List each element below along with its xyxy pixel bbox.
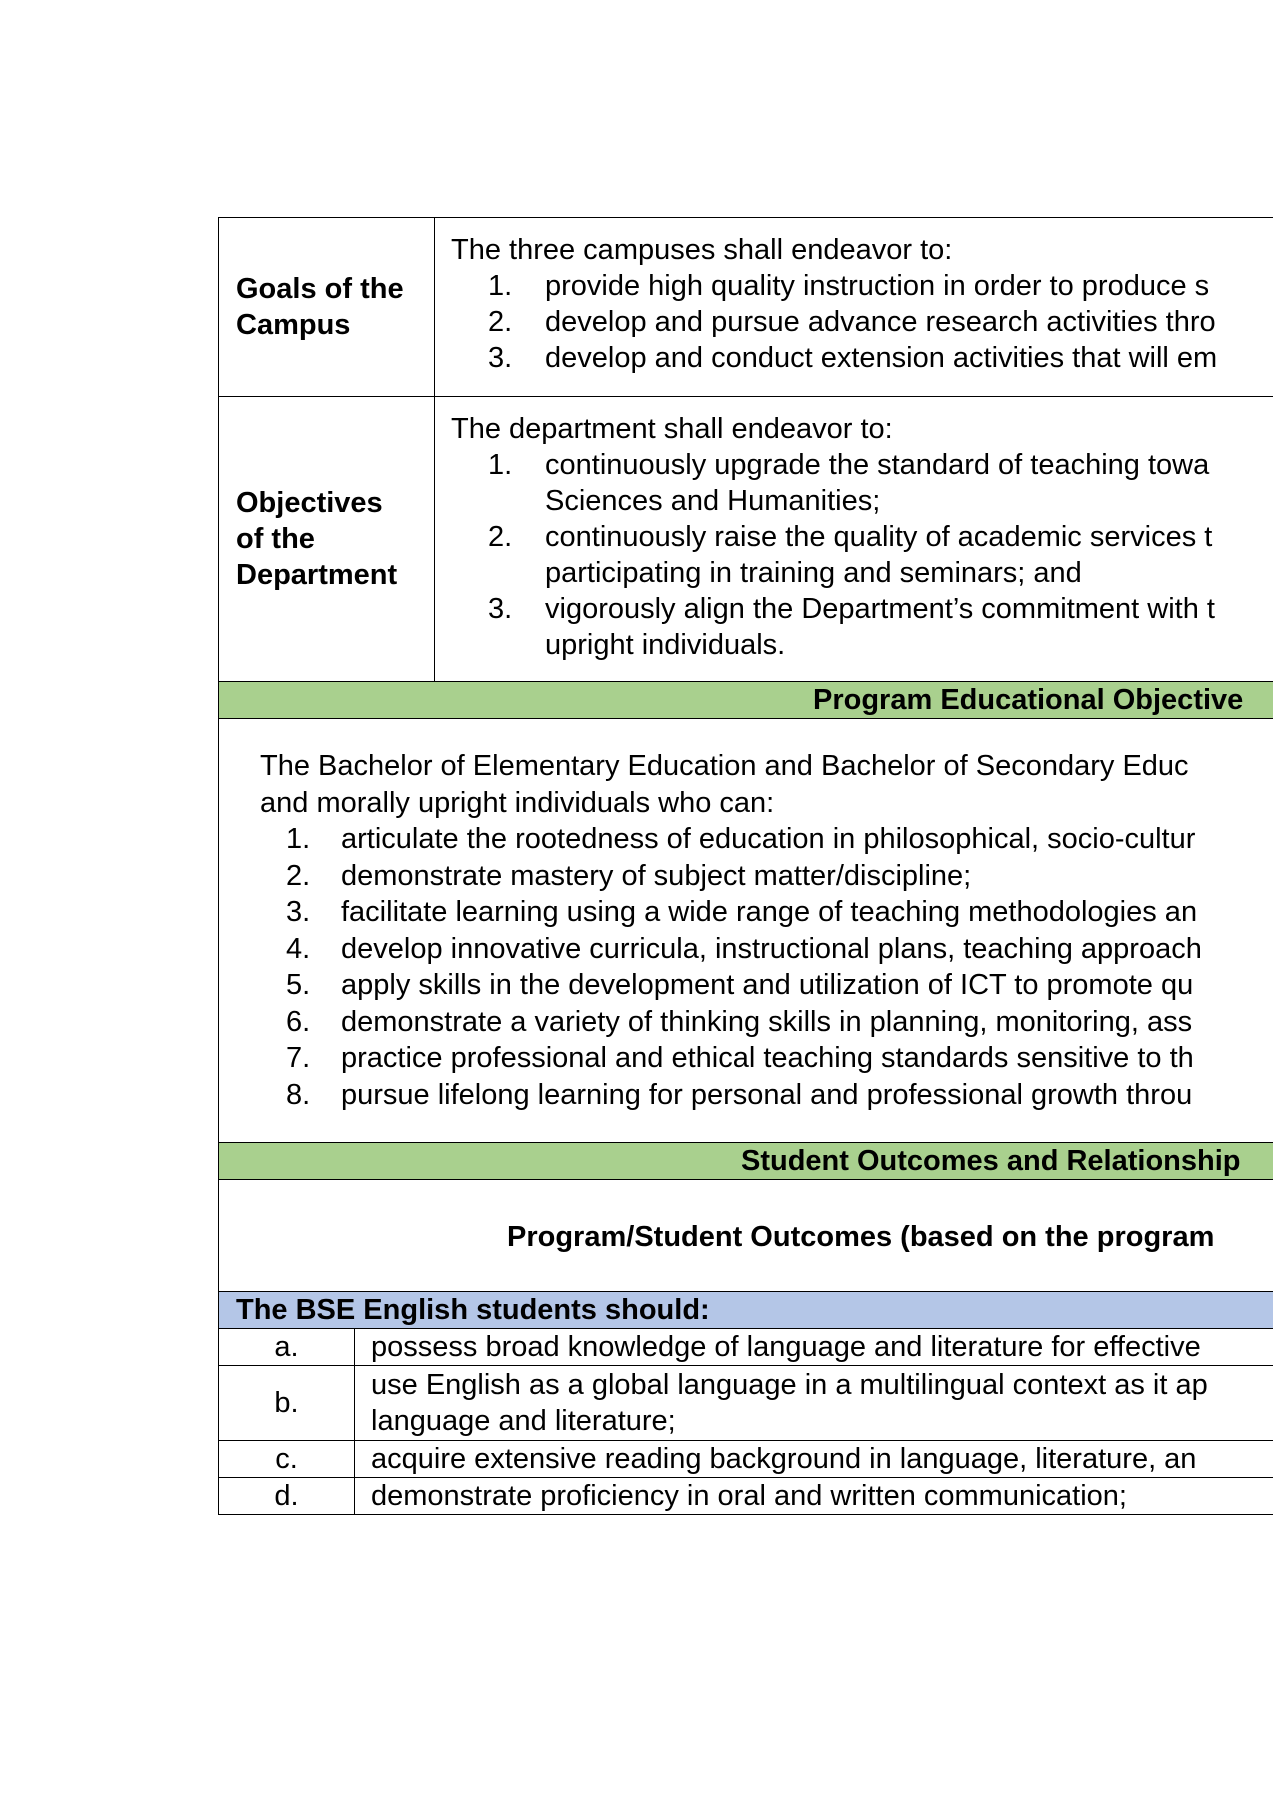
- outcome-letter: c.: [219, 1441, 355, 1477]
- list-item: 8. pursue lifelong learning for personal …: [286, 1078, 1193, 1111]
- objectives-list: 1. continuously upgrade the standard of t…: [451, 447, 1273, 663]
- table-row: a. possess broad knowledge of language a…: [219, 1328, 1273, 1365]
- list-item: 3. develop and conduct extension activiti…: [488, 342, 1218, 374]
- goals-row: Goals of the Campus The three campuses s…: [219, 217, 1273, 396]
- peo-content: The Bachelor of Elementary Education and…: [219, 718, 1273, 1142]
- objectives-label: Objectives of the Department: [219, 397, 435, 681]
- list-item: 5. apply skills in the development and ut…: [286, 969, 1194, 1001]
- list-item: 6. demonstrate a variety of thinking skil…: [286, 1005, 1193, 1038]
- goals-intro: The three campuses shall endeavor to:: [451, 234, 953, 266]
- peo-banner-title: Program Educational Objective: [813, 684, 1244, 716]
- curriculum-table: Goals of the Campus The three campuses s…: [218, 217, 1273, 1515]
- objectives-content: The department shall endeavor to: 1. cont…: [435, 397, 1273, 681]
- list-item: 1. provide high quality instruction in or…: [488, 270, 1210, 302]
- list-item: 1. continuously upgrade the standard of t…: [488, 449, 1210, 517]
- list-item: 2. continuously raise the quality of acad…: [488, 521, 1213, 589]
- list-item: 2. demonstrate mastery of subject matter/…: [286, 859, 972, 892]
- students-should-bar: The BSE English students should:: [219, 1291, 1273, 1328]
- objectives-intro: The department shall endeavor to:: [451, 413, 893, 445]
- outcome-text: possess broad knowledge of language and …: [371, 1331, 1201, 1363]
- outcome-text: acquire extensive reading background in …: [371, 1443, 1197, 1475]
- peo-list: 1. articulate the rootedness of education…: [260, 821, 1273, 1113]
- list-item: 3. vigorously align the Department’s comm…: [488, 593, 1215, 661]
- list-item: 1. articulate the rootedness of education…: [286, 823, 1196, 855]
- peo-banner: Program Educational Objective: [219, 681, 1273, 718]
- document-page: Goals of the Campus The three campuses s…: [0, 0, 1273, 1800]
- goals-content: The three campuses shall endeavor to: 1.…: [435, 218, 1273, 396]
- student-outcomes-banner: Student Outcomes and Relationship: [219, 1142, 1273, 1179]
- list-item: 4. develop innovative curricula, instruct…: [286, 932, 1202, 965]
- peo-intro-line2: and morally upright individuals who can:: [260, 786, 775, 819]
- list-item: 2. develop and pursue advance research ac…: [488, 306, 1216, 338]
- outcome-text: use English as a global language in a mu…: [371, 1369, 1208, 1437]
- table-row: c. acquire extensive reading background …: [219, 1440, 1273, 1477]
- outcomes-heading-row: Program/Student Outcomes (based on the p…: [219, 1179, 1273, 1291]
- table-row: b. use English as a global language in a…: [219, 1365, 1273, 1440]
- goals-list: 1. provide high quality instruction in or…: [451, 268, 1273, 376]
- peo-intro-line1: The Bachelor of Elementary Education and…: [260, 750, 1189, 782]
- list-item: 7. practice professional and ethical teac…: [286, 1042, 1194, 1074]
- outcomes-heading: Program/Student Outcomes (based on the p…: [507, 1221, 1215, 1253]
- outcome-letter: b.: [219, 1366, 355, 1440]
- table-row: d. demonstrate proficiency in oral and w…: [219, 1477, 1273, 1515]
- outcome-text: demonstrate proficiency in oral and writ…: [371, 1480, 1127, 1512]
- outcome-letter: d.: [219, 1478, 355, 1514]
- outcome-letter: a.: [219, 1329, 355, 1365]
- student-outcomes-banner-title: Student Outcomes and Relationship: [741, 1145, 1241, 1177]
- list-item: 3. facilitate learning using a wide range…: [286, 896, 1198, 928]
- objectives-row: Objectives of the Department The departm…: [219, 396, 1273, 681]
- goals-label: Goals of the Campus: [219, 218, 435, 396]
